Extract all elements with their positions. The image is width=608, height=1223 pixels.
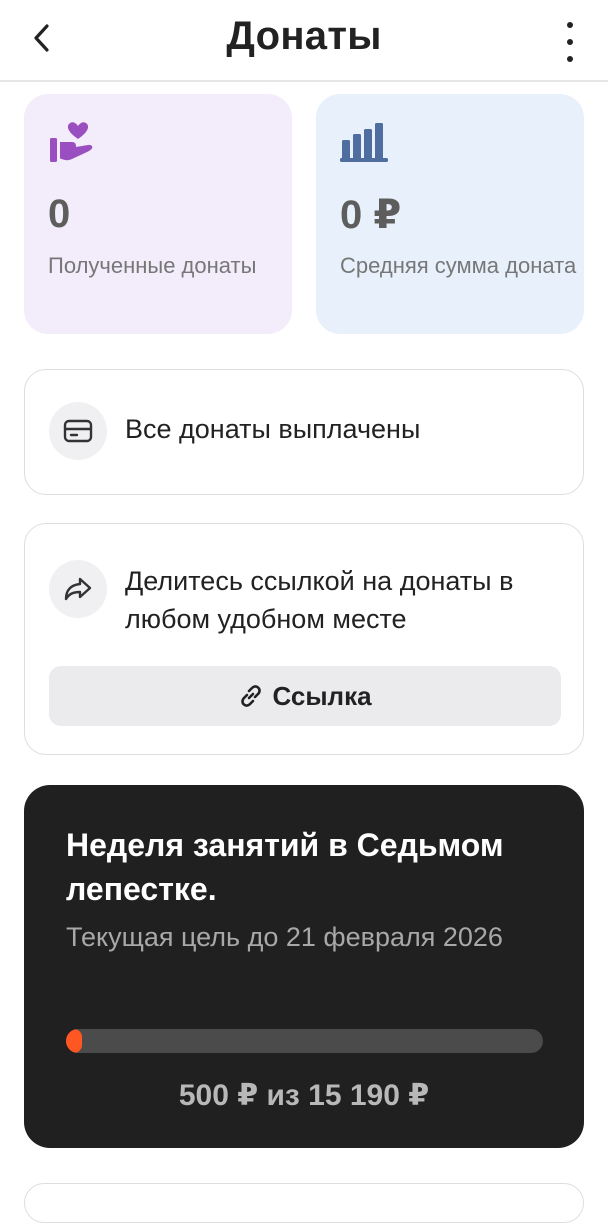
received-donations-value: 0: [48, 192, 71, 236]
average-donation-label: Средняя сумма доната: [340, 253, 577, 278]
more-vertical-icon: [567, 22, 573, 28]
share-arrow-icon: [49, 560, 107, 618]
received-donations-label: Полученные донаты: [48, 253, 257, 278]
bar-chart-icon: [340, 120, 390, 169]
goal-title: Неделя занятий в Седьмом лепестке.: [66, 827, 504, 907]
link-button-label: Ссылка: [272, 680, 372, 711]
share-description: Делитесь ссылкой на донаты в любом удобн…: [125, 566, 514, 634]
average-donation-value: 0 ₽: [340, 193, 402, 237]
link-icon: [241, 685, 262, 707]
next-card: [24, 1183, 584, 1223]
more-options-button[interactable]: [558, 22, 582, 62]
average-donation-card: 0 ₽ Средняя сумма доната: [316, 94, 584, 334]
link-button[interactable]: Ссылка: [49, 666, 561, 726]
received-donations-card: 0 Полученные донаты: [24, 94, 292, 334]
card-icon: [49, 402, 107, 460]
share-link-card: Делитесь ссылкой на донаты в любом удобн…: [24, 523, 584, 755]
goal-deadline: Текущая цель до 21 февраля 2026: [66, 922, 503, 952]
page-title: Донаты: [226, 14, 382, 58]
goal-card[interactable]: Неделя занятий в Седьмом лепестке. Текущ…: [24, 785, 584, 1148]
payout-status-text: Все донаты выплачены: [125, 414, 421, 444]
goal-progress-bar: [66, 1029, 543, 1053]
hand-heart-icon: [48, 120, 94, 169]
header: Донаты: [0, 0, 608, 82]
goal-progress-fill: [66, 1029, 82, 1053]
goal-amount: 500 ₽ из 15 190 ₽: [178, 1079, 430, 1112]
payout-status-card[interactable]: Все донаты выплачены: [24, 369, 584, 495]
